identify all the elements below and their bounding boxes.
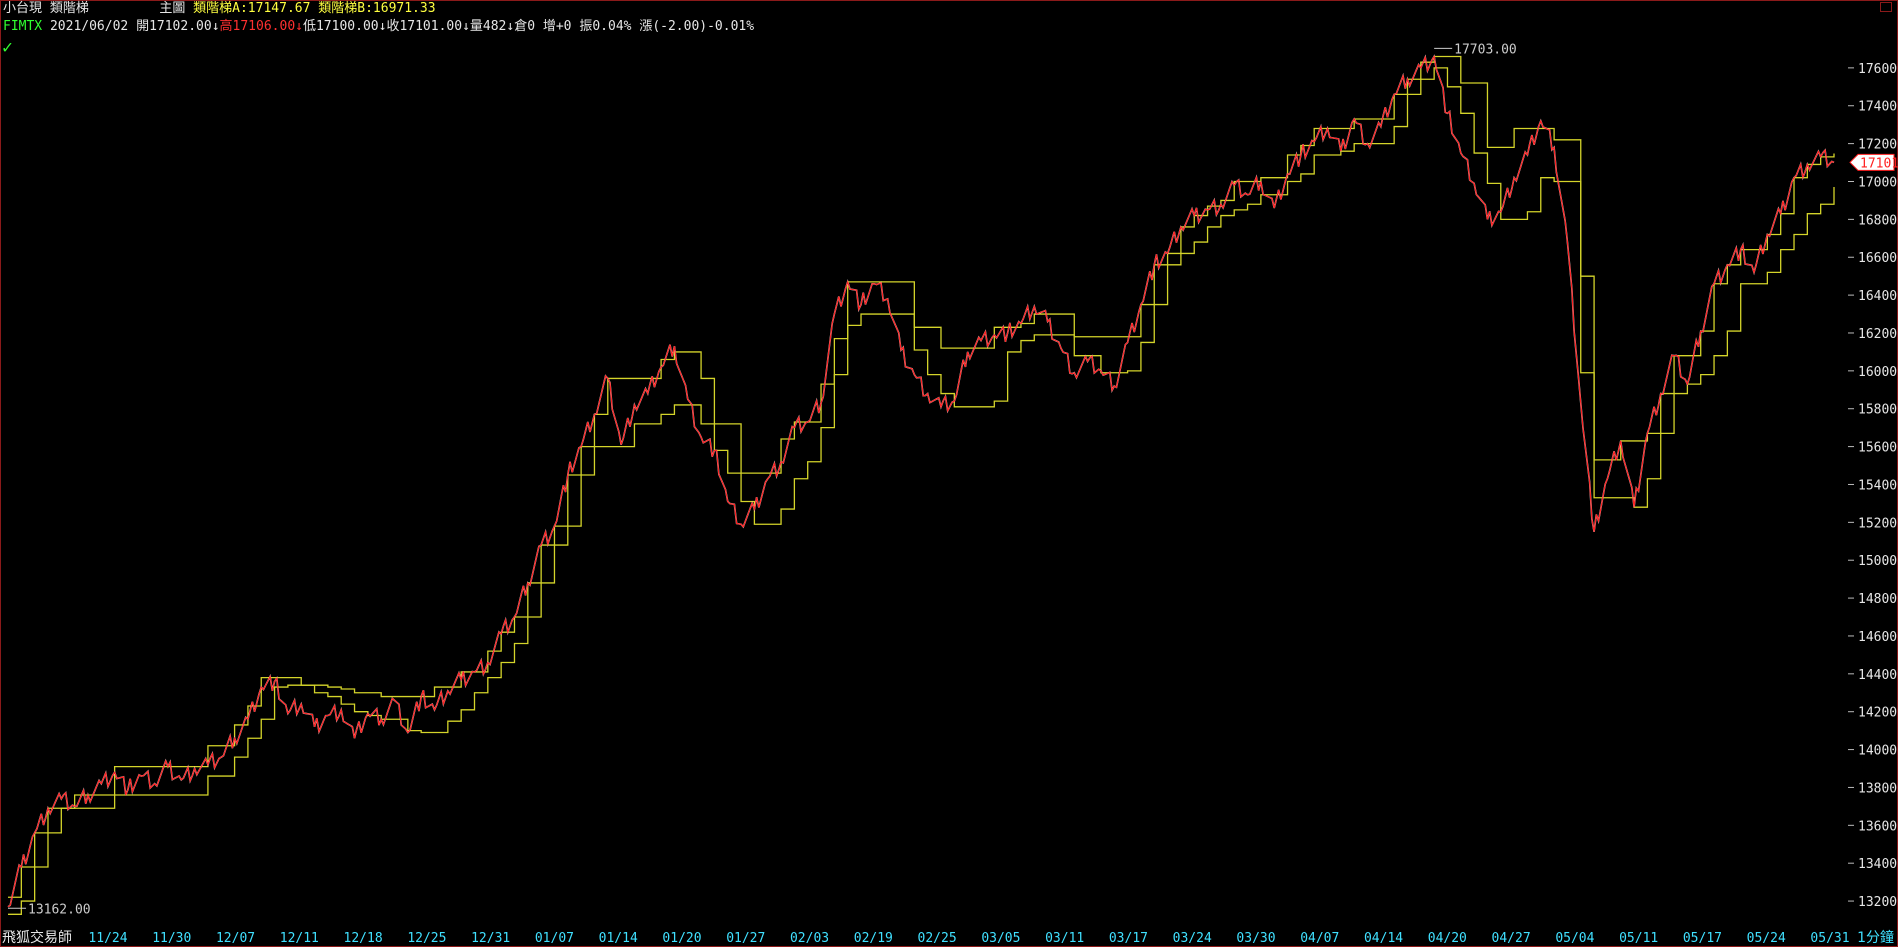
x-tick-label: 12/31	[471, 931, 510, 946]
x-tick-label: 03/30	[1236, 931, 1275, 946]
price-wick-line	[7, 54, 1835, 908]
x-tick-label: 04/14	[1364, 931, 1403, 946]
x-tick-label: 03/11	[1045, 931, 1084, 946]
x-tick-label: 12/11	[280, 931, 319, 946]
y-tick-label: 17400	[1858, 100, 1897, 115]
y-tick-label: 17600	[1858, 62, 1897, 77]
x-tick-label: 05/11	[1619, 931, 1658, 946]
y-tick-label: 13200	[1858, 895, 1897, 910]
y-tick-label: 14600	[1858, 630, 1897, 645]
x-tick-label: 11/24	[88, 931, 127, 946]
x-tick-label: 04/20	[1428, 931, 1467, 946]
y-tick-label: 13600	[1858, 819, 1897, 834]
x-tick-label: 03/05	[981, 931, 1020, 946]
x-tick-label: 12/25	[407, 931, 446, 946]
y-tick-label: 14200	[1858, 706, 1897, 721]
x-tick-label: 05/31	[1810, 931, 1849, 946]
x-tick-label: 05/17	[1683, 931, 1722, 946]
y-tick-label: 14000	[1858, 744, 1897, 759]
last-price-tag-label: 17101	[1860, 156, 1898, 171]
x-tick-label: 01/20	[662, 931, 701, 946]
x-tick-label: 04/07	[1300, 931, 1339, 946]
x-tick-label: 12/18	[344, 931, 383, 946]
x-tick-label: 01/14	[599, 931, 638, 946]
y-tick-label: 13800	[1858, 781, 1897, 796]
x-tick-label: 03/17	[1109, 931, 1148, 946]
y-tick-label: 17000	[1858, 175, 1897, 190]
x-tick-label: 12/07	[216, 931, 255, 946]
low-label: 13162.00	[28, 902, 91, 917]
y-tick-label: 14800	[1858, 592, 1897, 607]
x-tick-label: 01/27	[726, 931, 765, 946]
price-line	[7, 54, 1835, 908]
ladder-line-ladder_a	[8, 55, 1835, 898]
x-tick-label: 02/03	[790, 931, 829, 946]
y-tick-label: 15000	[1858, 554, 1897, 569]
y-tick-label: 16800	[1858, 213, 1897, 228]
y-tick-label: 14400	[1858, 668, 1897, 683]
x-tick-label: 05/04	[1555, 931, 1594, 946]
x-tick-label: 11/30	[152, 931, 191, 946]
y-tick-label: 16200	[1858, 327, 1897, 342]
x-tick-label: 04/27	[1492, 931, 1531, 946]
y-tick-label: 16400	[1858, 289, 1897, 304]
y-tick-label: 15800	[1858, 403, 1897, 418]
y-tick-label: 15400	[1858, 478, 1897, 493]
y-tick-label: 15200	[1858, 516, 1897, 531]
high-label: 17703.00	[1454, 42, 1517, 57]
x-tick-label: 02/25	[918, 931, 957, 946]
y-tick-label: 17200	[1858, 138, 1897, 153]
x-tick-label: 02/19	[854, 931, 893, 946]
price-chart[interactable]: 13200 13400 13600 13800 14000 14200 14400 14600…	[0, 0, 1898, 947]
x-tick-label: 05/24	[1747, 931, 1786, 946]
interval-selector[interactable]: 1分鐘	[1857, 927, 1894, 947]
y-tick-label: 16600	[1858, 251, 1897, 266]
y-tick-label: 15600	[1858, 441, 1897, 456]
y-tick-label: 13400	[1858, 857, 1897, 872]
y-tick-label: 16000	[1858, 365, 1897, 380]
x-tick-label: 03/24	[1173, 931, 1212, 946]
app-title: 飛狐交易師	[2, 930, 72, 946]
x-tick-label: 01/07	[535, 931, 574, 946]
